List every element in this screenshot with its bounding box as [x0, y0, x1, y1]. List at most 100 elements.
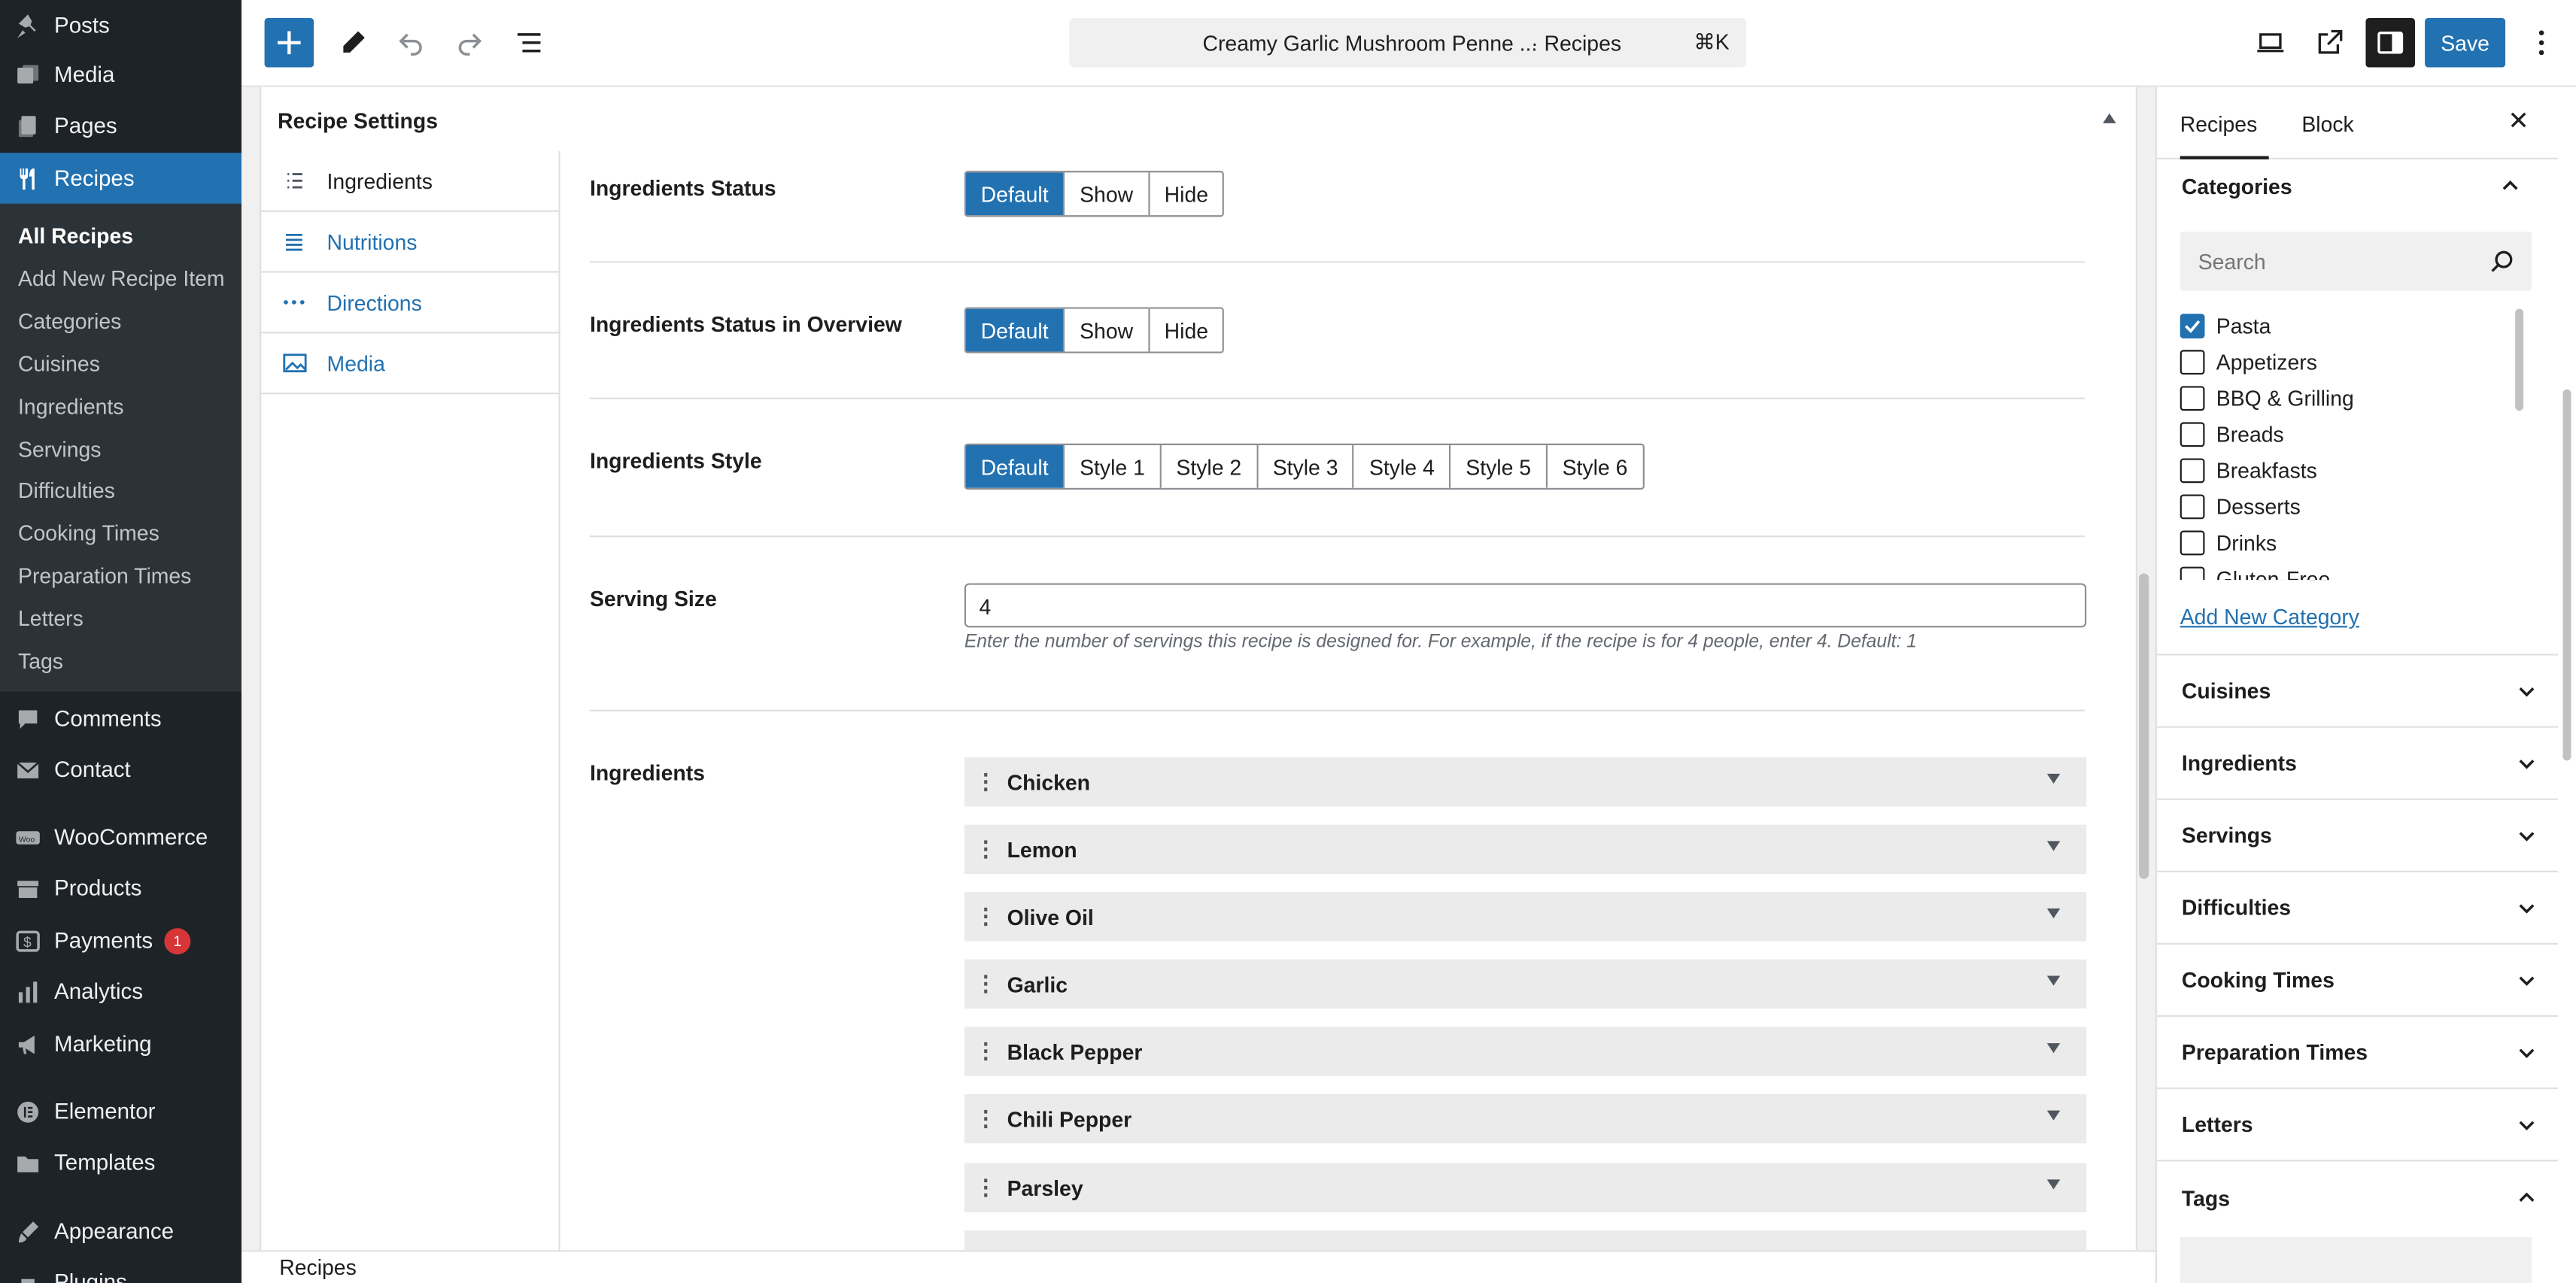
category-checkbox[interactable]: Desserts [2180, 494, 2301, 520]
overview-default-button[interactable]: Default [966, 308, 1065, 352]
checkbox[interactable] [2180, 422, 2205, 447]
ingredient-item[interactable]: ⋮ Parsley [964, 1163, 2087, 1213]
document-overview-button[interactable] [504, 18, 554, 68]
section-preparation-times[interactable]: Preparation Times [2157, 1017, 2558, 1090]
drag-handle-icon[interactable]: ⋮ [964, 1106, 1007, 1132]
tab-media[interactable]: Media [261, 333, 560, 395]
category-checkbox[interactable]: Drinks [2180, 530, 2277, 556]
menu-posts[interactable]: Posts [0, 0, 242, 51]
tab-directions[interactable]: Directions [261, 273, 560, 334]
submenu-preparation-times[interactable]: Preparation Times [18, 563, 191, 588]
style-default-button[interactable]: Default [965, 444, 1065, 488]
submenu-ingredients[interactable]: Ingredients [18, 394, 123, 419]
tab-ingredients[interactable]: Ingredients [261, 151, 560, 212]
caret-down-icon[interactable] [2046, 1043, 2061, 1054]
view-post-button[interactable] [2305, 18, 2355, 68]
add-block-button[interactable] [264, 18, 314, 68]
category-list-scrollbar[interactable] [2515, 308, 2524, 411]
checkbox[interactable] [2180, 566, 2205, 581]
submenu-all-recipes[interactable]: All Recipes [18, 223, 133, 248]
ingredient-item[interactable]: ⋮ Olive Oil [964, 892, 2087, 942]
drag-handle-icon[interactable]: ⋮ [964, 903, 1007, 930]
save-button[interactable]: Save [2425, 18, 2506, 68]
checkbox[interactable] [2180, 350, 2205, 375]
menu-templates[interactable]: Templates [0, 1137, 242, 1188]
drag-handle-icon[interactable]: ⋮ [964, 769, 1007, 795]
overview-hide-button[interactable]: Hide [1149, 308, 1223, 352]
ingredient-item[interactable]: ⋮ Chicken [964, 757, 2087, 807]
menu-payments[interactable]: $ Payments 1 [0, 915, 242, 966]
submenu-categories[interactable]: Categories [18, 309, 121, 334]
tools-button[interactable] [329, 18, 378, 68]
section-tags[interactable]: Tags [2157, 1161, 2558, 1233]
caret-down-icon[interactable] [2046, 841, 2061, 851]
command-palette-bar[interactable]: Creamy Garlic Mushroom Penne ... · Recip… [1069, 18, 1747, 68]
menu-comments[interactable]: Comments [0, 693, 242, 745]
caret-down-icon[interactable] [2046, 975, 2061, 986]
options-button[interactable] [2525, 18, 2558, 68]
section-ingredients[interactable]: Ingredients [2157, 728, 2558, 800]
tab-nutritions[interactable]: Nutritions [261, 212, 560, 273]
overview-show-button[interactable]: Show [1065, 308, 1150, 352]
status-show-button[interactable]: Show [1065, 172, 1150, 216]
section-difficulties[interactable]: Difficulties [2157, 872, 2558, 945]
drag-handle-icon[interactable]: ⋮ [964, 836, 1007, 863]
category-checkbox[interactable]: BBQ & Grilling [2180, 386, 2354, 411]
collapse-panel-icon[interactable] [2103, 113, 2116, 123]
status-hide-button[interactable]: Hide [1149, 172, 1223, 216]
menu-marketing[interactable]: Marketing [0, 1018, 242, 1069]
category-checkbox[interactable]: Pasta [2180, 314, 2271, 338]
ingredient-item[interactable]: ⋮ Lemon [964, 824, 2087, 875]
categories-title[interactable]: Categories [2182, 174, 2292, 199]
category-search-input[interactable]: Search [2180, 231, 2532, 291]
menu-appearance[interactable]: Appearance [0, 1206, 242, 1257]
submenu-servings[interactable]: Servings [18, 437, 101, 462]
caret-down-icon[interactable] [2046, 1110, 2061, 1121]
category-checkbox[interactable]: Appetizers [2180, 350, 2317, 375]
style-2-button[interactable]: Style 2 [1161, 444, 1259, 488]
drag-handle-icon[interactable]: ⋮ [964, 1039, 1007, 1065]
ingredient-item-partial[interactable] [964, 1230, 2087, 1251]
redo-button[interactable] [445, 18, 495, 68]
close-sidebar-button[interactable] [2507, 108, 2530, 140]
menu-elementor[interactable]: Elementor [0, 1086, 242, 1137]
undo-button[interactable] [386, 18, 436, 68]
section-servings[interactable]: Servings [2157, 800, 2558, 872]
style-4-button[interactable]: Style 4 [1354, 444, 1451, 488]
add-new-category-link[interactable]: Add New Category [2180, 605, 2359, 629]
style-1-button[interactable]: Style 1 [1065, 444, 1162, 488]
ingredient-item[interactable]: ⋮ Garlic [964, 959, 2087, 1009]
editor-scrollbar[interactable] [2139, 573, 2149, 879]
section-cuisines[interactable]: Cuisines [2157, 656, 2558, 728]
section-cooking-times[interactable]: Cooking Times [2157, 945, 2558, 1018]
style-6-button[interactable]: Style 6 [1547, 444, 1643, 488]
status-default-button[interactable]: Default [966, 172, 1065, 216]
submenu-difficulties[interactable]: Difficulties [18, 478, 115, 503]
drag-handle-icon[interactable]: ⋮ [964, 971, 1007, 997]
category-checkbox[interactable]: Breads [2180, 422, 2284, 447]
section-letters[interactable]: Letters [2157, 1089, 2558, 1162]
drag-handle-icon[interactable]: ⋮ [964, 1175, 1007, 1201]
settings-toggle-button[interactable] [2365, 18, 2415, 68]
category-checkbox[interactable]: Breakfasts [2180, 458, 2317, 484]
footer-breadcrumb[interactable]: Recipes [279, 1255, 357, 1280]
checkbox[interactable] [2180, 386, 2205, 411]
submenu-add-new[interactable]: Add New Recipe Item [18, 266, 225, 291]
menu-products[interactable]: Products [0, 863, 242, 914]
submenu-cooking-times[interactable]: Cooking Times [18, 520, 159, 545]
menu-media[interactable]: Media [0, 50, 242, 101]
menu-analytics[interactable]: Analytics [0, 966, 242, 1017]
menu-woocommerce[interactable]: Woo WooCommerce [0, 811, 242, 863]
menu-plugins[interactable]: Plugins [0, 1257, 242, 1283]
style-3-button[interactable]: Style 3 [1258, 444, 1355, 488]
caret-down-icon[interactable] [2046, 908, 2061, 919]
tags-input[interactable] [2180, 1236, 2532, 1283]
checkbox[interactable] [2180, 458, 2205, 484]
caret-down-icon[interactable] [2046, 1179, 2061, 1190]
submenu-cuisines[interactable]: Cuisines [18, 351, 100, 376]
tab-block[interactable]: Block [2301, 112, 2353, 137]
preview-button[interactable] [2246, 18, 2295, 68]
submenu-letters[interactable]: Letters [18, 606, 84, 631]
sidebar-scrollbar[interactable] [2562, 389, 2571, 761]
submenu-tags[interactable]: Tags [18, 649, 63, 674]
